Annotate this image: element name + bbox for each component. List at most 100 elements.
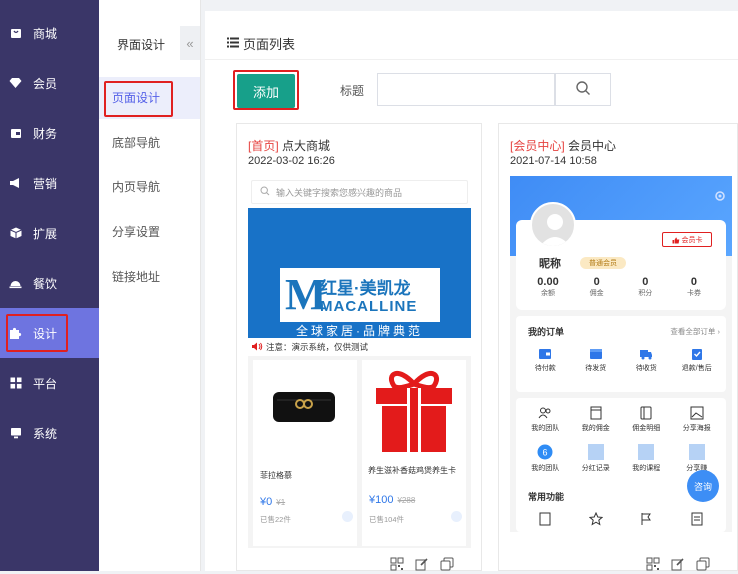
qrcode-icon[interactable] xyxy=(646,557,660,571)
subnav-item-share-settings[interactable]: 分享设置 xyxy=(99,211,200,253)
handbag-image xyxy=(253,360,357,460)
member-page-preview: 会员卡 昵称 普通会员 0.00 余额 0 佣金 0 积分 0 卡券 我的订单 查看全部… xyxy=(510,176,732,532)
sidebar-item-label: 系统 xyxy=(33,426,58,441)
team-icon xyxy=(538,407,552,423)
card-name: 会员中心 xyxy=(568,139,617,153)
preview-banner: M 红星·美凯龙 MACALLINE 全球家居·品牌典范 xyxy=(248,208,471,338)
commission-icon xyxy=(589,406,603,423)
edit-icon[interactable] xyxy=(415,557,429,571)
copy-icon[interactable] xyxy=(440,557,454,571)
orders-more-link: 查看全部订单 › xyxy=(670,327,720,336)
title-filter-label: 标题 xyxy=(340,84,365,98)
page-card-member-center[interactable]: [会员中心] 会员中心 2021-07-14 10:58 会员卡 昵称 普通会员… xyxy=(498,123,738,571)
product-name: 菲拉格慕 xyxy=(260,471,292,480)
page-list-header: 页面列表 xyxy=(227,34,295,53)
qrcode-icon[interactable] xyxy=(390,557,404,571)
search-button[interactable] xyxy=(555,73,611,106)
page-title: 页面列表 xyxy=(243,37,296,52)
image-placeholder-icon xyxy=(688,444,705,463)
box-icon xyxy=(589,349,603,363)
sidebar-item-label: 营销 xyxy=(33,176,58,191)
orders-title: 我的订单 xyxy=(528,327,565,337)
sidebar-item-member[interactable]: 会员 xyxy=(0,58,99,108)
subnav-item-link-address[interactable]: 链接地址 xyxy=(99,256,200,298)
sidebar-item-label: 扩展 xyxy=(33,226,58,241)
flag-icon xyxy=(639,512,653,529)
highlight-frame xyxy=(233,70,299,110)
tool-share-poster: 分享海报 xyxy=(674,406,720,433)
mall-icon xyxy=(9,27,22,40)
sidebar-item-marketing[interactable]: 营销 xyxy=(0,158,99,208)
truck-icon xyxy=(639,349,653,363)
clipboard-check-icon xyxy=(690,349,704,363)
poster-icon xyxy=(690,406,704,423)
sidebar-item-system[interactable]: 系统 xyxy=(0,408,99,458)
sidebar-item-label: 餐饮 xyxy=(33,276,58,291)
product-price: ¥0 ¥1 xyxy=(260,496,286,508)
cube-icon xyxy=(9,227,22,240)
collapse-subnav-button[interactable]: « xyxy=(180,26,200,60)
copy-icon[interactable] xyxy=(696,557,710,571)
image-placeholder-icon xyxy=(587,444,604,463)
svg-text:6: 6 xyxy=(543,448,548,458)
card-date: 2022-03-02 16:26 xyxy=(248,155,335,167)
home-page-preview: 输入关键字搜索您感兴趣的商品 M 红星·美凯龙 MACALLINE 全球家居·品… xyxy=(248,176,471,548)
stat-points: 0 积分 xyxy=(638,276,653,297)
tool-my-courses: 我的课程 xyxy=(623,444,669,473)
member-level-badge: 普通会员 xyxy=(580,257,626,269)
speaker-icon xyxy=(252,340,263,354)
card-actions xyxy=(390,557,454,571)
thumb-icon xyxy=(672,233,680,247)
stat-commission: 0 佣金 xyxy=(589,276,604,297)
card-title: [会员中心] 会员中心 xyxy=(510,137,616,154)
tool-my-team: 我的团队 xyxy=(522,406,568,433)
list-icon xyxy=(227,36,239,51)
preview-search-bar: 输入关键字搜索您感兴趣的商品 xyxy=(248,176,471,208)
banner-slogan: 全球家居·品牌典范 xyxy=(296,324,423,338)
page-card-home[interactable]: [首页] 点大商城 2022-03-02 16:26 输入关键字搜索您感兴趣的商… xyxy=(236,123,482,571)
sidebar-item-extend[interactable]: 扩展 xyxy=(0,208,99,258)
sidebar-item-label: 财务 xyxy=(33,126,58,141)
sidebar-item-mall[interactable]: 商城 xyxy=(0,8,99,58)
subnav-item-bottom-nav[interactable]: 底部导航 xyxy=(99,122,200,164)
preview-search-box: 输入关键字搜索您感兴趣的商品 xyxy=(251,180,468,204)
subnav-item-inner-nav[interactable]: 内页导航 xyxy=(99,166,200,208)
six-icon: 6 xyxy=(537,444,553,463)
title-search-input[interactable] xyxy=(377,73,555,106)
tool-my-commission: 我的佣金 xyxy=(573,406,619,433)
sidebar-item-label: 商城 xyxy=(33,26,58,41)
common-functions-row xyxy=(520,511,722,529)
cloche-icon xyxy=(9,277,22,290)
card-name: 点大商城 xyxy=(282,139,331,153)
sidebar-item-catering[interactable]: 餐饮 xyxy=(0,258,99,308)
edit-icon[interactable] xyxy=(671,557,685,571)
tools-row: 6 我的团队 分红记录 我的课程 分享赚 xyxy=(520,444,722,473)
member-card-button: 会员卡 xyxy=(662,232,712,247)
document-icon xyxy=(690,512,704,529)
stat-coupons: 0 卡券 xyxy=(686,276,701,297)
card-tag: [会员中心] xyxy=(510,139,565,153)
detail-icon xyxy=(639,406,653,423)
sidebar-item-platform[interactable]: 平台 xyxy=(0,358,99,408)
gift-box-image xyxy=(362,360,466,460)
star-icon xyxy=(588,511,603,529)
tool-share-earn: 分享赚 xyxy=(674,444,720,473)
bookmark-icon xyxy=(538,512,552,529)
gear-icon xyxy=(714,190,726,205)
main-sidebar: 商城 会员 财务 营销 扩展 餐饮 设计 平台 系统 xyxy=(0,0,99,571)
order-unpaid: 待付款 xyxy=(523,348,567,373)
product-price: ¥100 ¥288 xyxy=(369,494,416,506)
preview-search-placeholder: 输入关键字搜索您感兴趣的商品 xyxy=(276,187,403,198)
order-to-ship: 待发货 xyxy=(574,348,618,373)
tool-dividend-record: 分红记录 xyxy=(573,444,619,473)
page-list-panel: 页面列表 添加 标题 [首页] 点大商城 2022-03-02 16:26 输入… xyxy=(205,11,738,571)
sidebar-item-label: 会员 xyxy=(33,76,58,91)
sidebar-item-finance[interactable]: 财务 xyxy=(0,108,99,158)
card-title: [首页] 点大商城 xyxy=(248,137,330,154)
diamond-icon xyxy=(9,77,22,90)
image-placeholder-icon xyxy=(638,444,655,463)
product-name: 养生滋补香菇鸡煲养生卡 xyxy=(368,466,456,475)
preview-notice-bar: 注意：演示系统，仅供测试 xyxy=(248,338,471,356)
cart-icon xyxy=(342,511,353,522)
monitor-icon xyxy=(9,427,22,440)
